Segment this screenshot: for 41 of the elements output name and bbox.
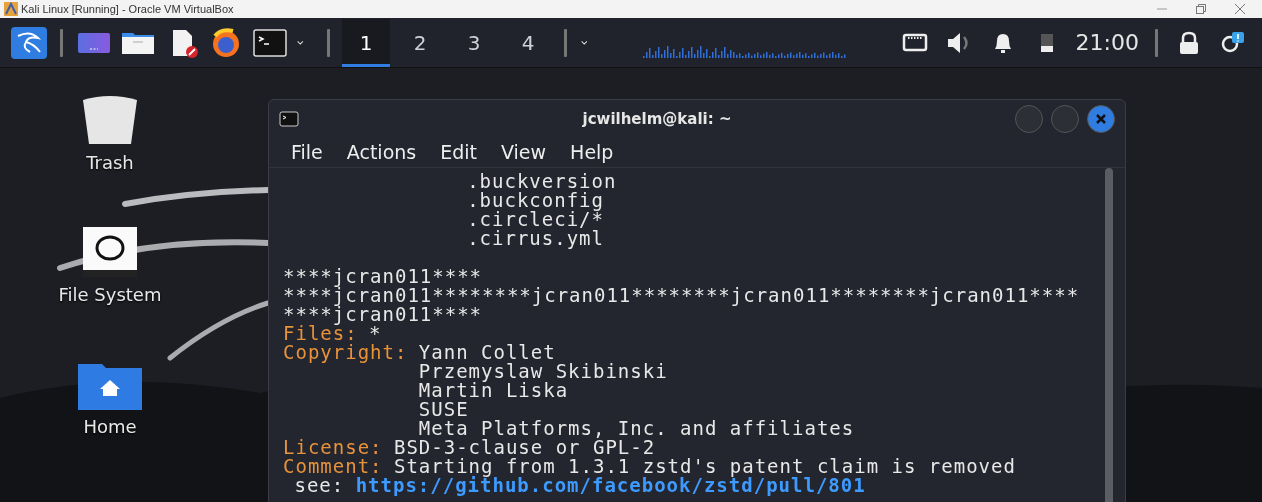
field-value: * — [369, 324, 382, 343]
scrollbar[interactable] — [1105, 168, 1113, 502]
menu-item[interactable]: View — [491, 141, 557, 163]
terminal-line: .buckconfig — [467, 189, 604, 211]
clock[interactable]: 21:00 — [1075, 30, 1139, 55]
desktop-icon-label[interactable]: Home — [83, 416, 137, 437]
field-value: Martin Liska — [418, 381, 570, 400]
drive-icon — [82, 226, 138, 278]
field-value: Yann Collet — [418, 343, 557, 362]
menu-item[interactable]: Edit — [430, 141, 487, 163]
field-value: BSD-3-clause or GPL-2 — [393, 438, 656, 457]
app-icon — [4, 2, 18, 16]
terminal-line: ****jcran011**** — [283, 265, 483, 287]
workspace-tab[interactable]: 1 — [342, 18, 390, 67]
window-title: Kali Linux [Running] - Oracle VM VirtualBox — [21, 3, 235, 15]
menu-item[interactable]: File — [281, 141, 333, 163]
close-icon — [1095, 112, 1107, 125]
field-label: Copyright: — [283, 343, 408, 365]
workspace-tab[interactable]: 2 — [396, 18, 444, 67]
close-button[interactable] — [1087, 104, 1115, 133]
field-value: Starting from 1.3.1 zstd's patent claim is removed — [393, 457, 1016, 476]
terminal-line: .cirrus.yml — [467, 227, 604, 249]
trash-icon — [81, 94, 139, 146]
workspace-tab[interactable]: 3 — [450, 18, 498, 67]
close-icon[interactable] — [1234, 3, 1246, 15]
field-value: Przemyslaw Skibinski — [418, 362, 669, 381]
restore-icon[interactable] — [1195, 3, 1207, 15]
field-value: SUSE — [418, 400, 470, 419]
workspace-tab[interactable]: 4 — [504, 18, 552, 67]
field-label: Comment: — [283, 457, 383, 476]
field-label: Files: — [283, 324, 358, 343]
field-value: Meta Platforms, Inc. and affiliates — [418, 419, 855, 438]
field-label: License: — [283, 438, 383, 457]
see-label: see: — [294, 474, 345, 496]
terminal-line: .buckversion — [467, 170, 617, 192]
terminal-icon — [279, 110, 299, 127]
desktop-icon-label[interactable]: Trash — [86, 152, 134, 173]
menu-item[interactable]: Help — [560, 141, 624, 163]
window-title: jcwilhelm@kali: ~ — [581, 109, 733, 128]
desktop-icon-label[interactable]: File System — [58, 284, 162, 305]
menu-item[interactable]: Actions — [336, 141, 427, 163]
